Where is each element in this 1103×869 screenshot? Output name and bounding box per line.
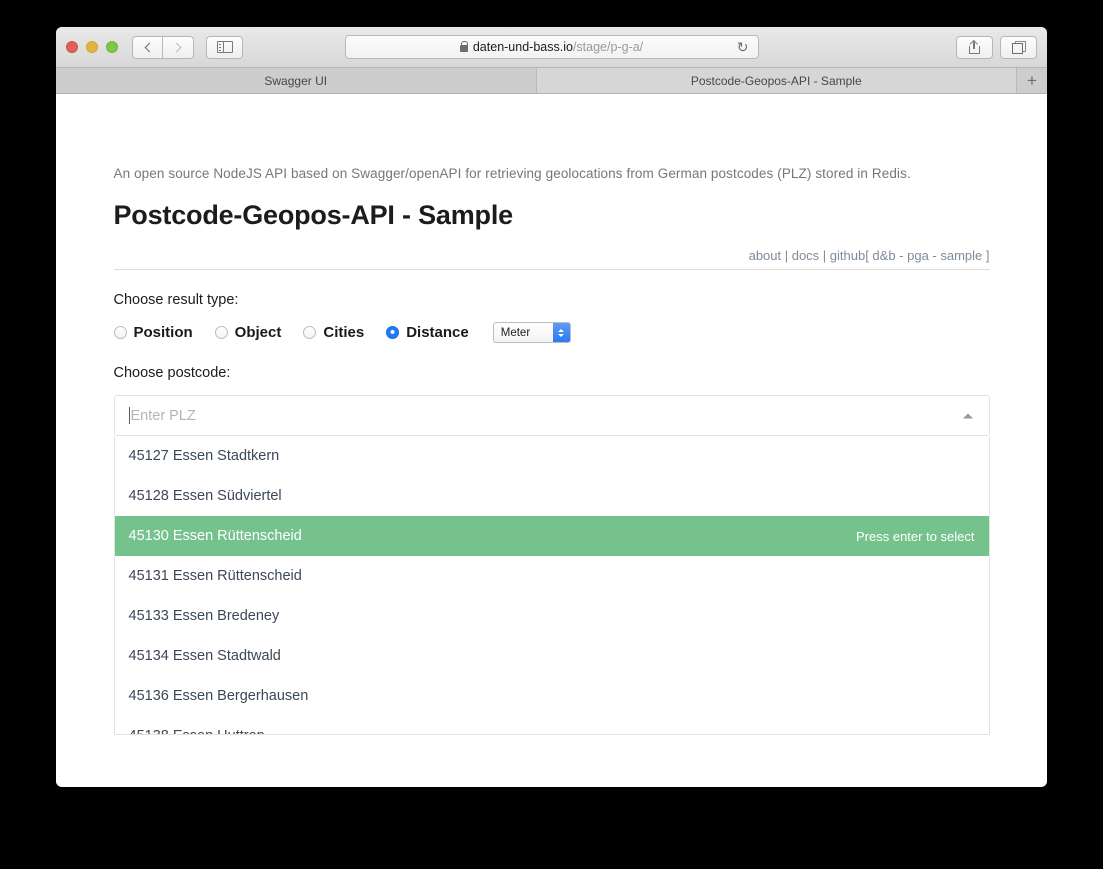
list-item-label: 45127 Essen Stadtkern bbox=[128, 448, 280, 464]
toolbar-right-group bbox=[956, 35, 1037, 59]
links-text[interactable]: about | docs | github[ d&b - pga - sampl… bbox=[749, 248, 990, 263]
radio-label-position: Position bbox=[133, 324, 193, 341]
list-item-label: 45130 Essen Rüttenscheid bbox=[128, 528, 302, 544]
url-path: /stage/p-g-a/ bbox=[572, 40, 644, 54]
browser-toolbar: daten-und-bass.io /stage/p-g-a/ ↻ bbox=[56, 27, 1047, 68]
radio-button-distance[interactable] bbox=[386, 326, 400, 339]
lock-icon bbox=[459, 40, 469, 52]
result-type-label: Choose result type: bbox=[113, 292, 239, 308]
chevron-up-icon[interactable] bbox=[962, 413, 973, 418]
text-cursor bbox=[128, 407, 130, 424]
radio-button-position[interactable] bbox=[113, 326, 127, 339]
radio-label-object: Object bbox=[234, 324, 282, 341]
browser-window: daten-und-bass.io /stage/p-g-a/ ↻ Swagge… bbox=[56, 27, 1047, 787]
postcode-input[interactable]: Enter PLZ bbox=[113, 395, 990, 436]
share-icon bbox=[969, 40, 980, 54]
list-item[interactable]: 45138 Essen Huttrop bbox=[115, 716, 989, 734]
radio-button-cities[interactable] bbox=[303, 326, 317, 339]
chevron-right-icon bbox=[171, 42, 182, 52]
forward-button[interactable] bbox=[163, 35, 194, 59]
radio-option-distance[interactable]: Distance bbox=[386, 324, 469, 341]
intro-text: An open source NodeJS API based on Swagg… bbox=[113, 166, 911, 181]
list-item-label: 45136 Essen Bergerhausen bbox=[128, 688, 309, 704]
zoom-window-button[interactable] bbox=[106, 41, 118, 53]
list-item[interactable]: 45133 Essen Bredeney bbox=[115, 596, 989, 636]
back-button[interactable] bbox=[132, 35, 163, 59]
page-viewport: An open source NodeJS API based on Swagg… bbox=[56, 94, 1047, 786]
list-item[interactable]: 45134 Essen Stadtwald bbox=[115, 636, 989, 676]
page-content: An open source NodeJS API based on Swagg… bbox=[113, 94, 990, 735]
page-title: Postcode-Geopos-API - Sample bbox=[113, 200, 514, 230]
tabs-overview-icon bbox=[1011, 40, 1026, 54]
radio-button-object[interactable] bbox=[214, 326, 228, 339]
nav-links: about | docs | github[ d&b - pga - sampl… bbox=[113, 248, 990, 270]
list-item-label: 45133 Essen Bredeney bbox=[128, 608, 280, 624]
chevron-left-icon bbox=[144, 42, 154, 52]
result-type-radio-group: Position Object Cities Distance Meter bbox=[113, 322, 990, 343]
tab-postcode-geopos-api-sample[interactable]: Postcode-Geopos-API - Sample bbox=[536, 68, 1017, 93]
list-item-label: 45128 Essen Südviertel bbox=[128, 488, 282, 504]
new-tab-button[interactable]: + bbox=[1017, 68, 1047, 93]
close-window-button[interactable] bbox=[66, 41, 78, 53]
minimize-window-button[interactable] bbox=[86, 41, 98, 53]
navigation-buttons bbox=[132, 35, 194, 59]
list-item-label: 45131 Essen Rüttenscheid bbox=[128, 568, 302, 584]
address-bar[interactable]: daten-und-bass.io /stage/p-g-a/ ↻ bbox=[344, 35, 759, 59]
list-item[interactable]: 45131 Essen Rüttenscheid bbox=[115, 556, 989, 596]
tab-overview-button[interactable] bbox=[1000, 35, 1037, 59]
list-item[interactable]: 45136 Essen Bergerhausen bbox=[115, 676, 989, 716]
stepper-arrows-icon[interactable] bbox=[552, 323, 570, 342]
window-controls bbox=[66, 41, 118, 53]
postcode-suggestion-list[interactable]: 45127 Essen Stadtkern 45128 Essen Südvie… bbox=[113, 436, 990, 735]
tab-swagger-ui[interactable]: Swagger UI bbox=[56, 68, 537, 93]
postcode-combobox: Enter PLZ 45127 Essen Stadtkern 45128 Es… bbox=[113, 395, 990, 735]
unit-select[interactable]: Meter bbox=[492, 322, 571, 343]
list-item-hint: Press enter to select bbox=[856, 528, 975, 544]
radio-label-distance: Distance bbox=[406, 324, 469, 341]
radio-option-position[interactable]: Position bbox=[113, 324, 193, 341]
list-item-highlighted[interactable]: 45130 Essen Rüttenscheid Press enter to … bbox=[114, 516, 989, 556]
unit-select-value: Meter bbox=[500, 326, 531, 339]
list-item[interactable]: 45128 Essen Südviertel bbox=[115, 476, 989, 516]
sidebar-icon bbox=[216, 41, 233, 53]
reload-icon[interactable]: ↻ bbox=[737, 40, 749, 54]
postcode-label: Choose postcode: bbox=[113, 365, 231, 381]
list-item-label: 45138 Essen Huttrop bbox=[129, 728, 265, 734]
tab-bar: Swagger UI Postcode-Geopos-API - Sample … bbox=[56, 68, 1047, 94]
share-button[interactable] bbox=[956, 35, 993, 59]
toggle-sidebar-button[interactable] bbox=[206, 35, 243, 59]
radio-option-cities[interactable]: Cities bbox=[303, 324, 364, 341]
url-host: daten-und-bass.io bbox=[472, 40, 573, 54]
postcode-input-placeholder: Enter PLZ bbox=[130, 407, 196, 424]
radio-option-object[interactable]: Object bbox=[214, 324, 282, 341]
list-item-label: 45134 Essen Stadtwald bbox=[128, 648, 281, 664]
list-item[interactable]: 45127 Essen Stadtkern bbox=[115, 436, 989, 476]
radio-label-cities: Cities bbox=[323, 324, 365, 341]
